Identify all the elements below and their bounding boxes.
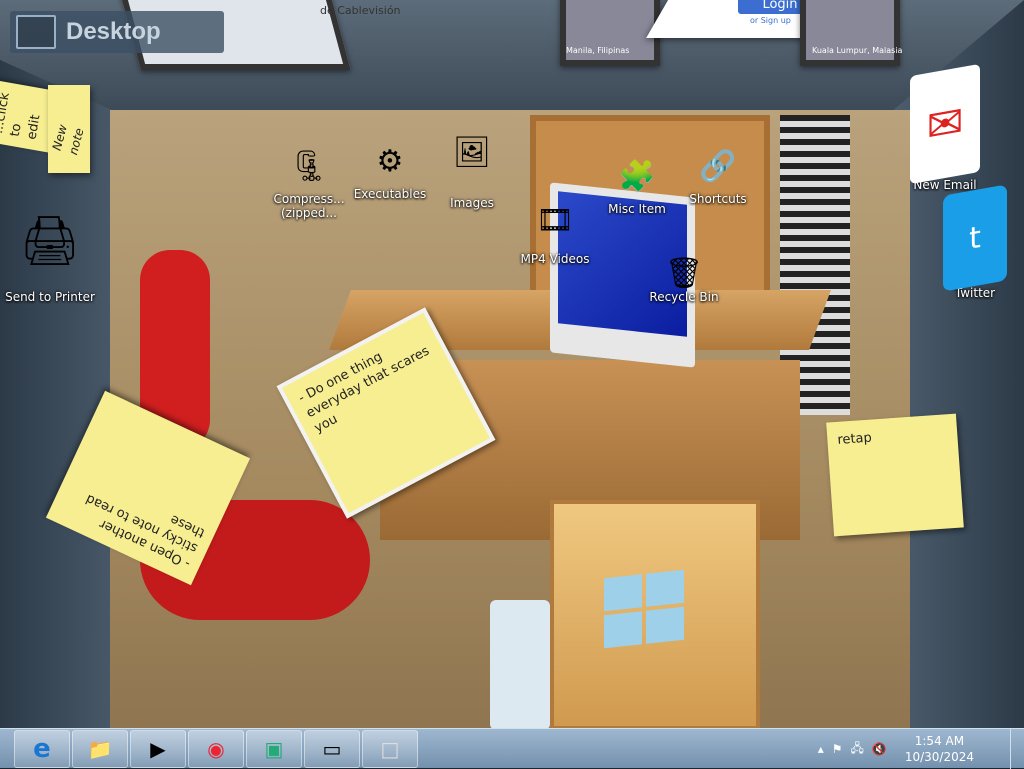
media-player-icon[interactable]: ▶ bbox=[130, 729, 186, 768]
zip-icon: 🗜 bbox=[289, 148, 329, 184]
shortcuts-icon: 🔗 bbox=[699, 148, 737, 184]
windows-logo bbox=[604, 569, 684, 649]
generic-window-icon[interactable]: □ bbox=[362, 729, 418, 768]
video-icon: 🎞 bbox=[535, 202, 575, 238]
display-settings-icon[interactable]: ▭ bbox=[304, 729, 360, 768]
sticky-note-text: retap bbox=[836, 430, 873, 448]
email-icon: ✉ bbox=[910, 63, 980, 185]
system-tray: ▴ ⚑ 🖧 🔇 1:54 AM 10/30/2024 bbox=[818, 729, 974, 769]
desktop-icon-compress[interactable]: 🗜 Compress... (zipped... bbox=[264, 140, 354, 221]
desktop-icon-new-email[interactable]: ✉ New Email bbox=[900, 63, 990, 192]
ie-icon[interactable]: e bbox=[14, 729, 70, 768]
clock-date: 10/30/2024 bbox=[904, 750, 974, 764]
desktop-icon-mp4[interactable]: 🎞 MP4 Videos bbox=[510, 188, 600, 267]
desktop-icon-recycle-bin[interactable]: 🗑 Recycle Bin bbox=[639, 255, 729, 305]
sticky-note-new[interactable]: New note bbox=[48, 85, 90, 173]
sticky-note-text: ...click to edit bbox=[0, 91, 44, 141]
ceiling-photo-1 bbox=[560, 0, 660, 66]
desktop-icon-executables[interactable]: ⚙ Executables bbox=[345, 135, 435, 202]
colorful-app-icon[interactable]: ◉ bbox=[188, 729, 244, 768]
show-desktop-button[interactable] bbox=[1010, 729, 1024, 769]
app-window-icon[interactable]: ▣ bbox=[246, 729, 302, 768]
signup-link[interactable]: or Sign up bbox=[750, 16, 791, 25]
images-icon: 🖼 bbox=[452, 134, 492, 170]
network-icon[interactable]: 🖧 bbox=[850, 739, 863, 760]
desktop-icon-misc[interactable]: 🧩 Misc Item bbox=[592, 150, 682, 217]
desktop-icon-twitter[interactable]: t Twitter bbox=[930, 184, 1020, 300]
sticky-note-text: New note bbox=[49, 123, 87, 157]
printer-icon: 🖨 bbox=[19, 212, 81, 269]
desktop-icon-send-to-printer[interactable]: 🖨 Send to Printer bbox=[5, 190, 95, 305]
icon-label: Recycle Bin bbox=[649, 290, 719, 304]
recycle-bin-icon: 🗑 bbox=[664, 255, 704, 291]
photo-caption-2: Kuala Lumpur, Malasia bbox=[812, 46, 903, 55]
photo-caption: Manila, Filipinas bbox=[566, 46, 630, 55]
twitter-icon: t bbox=[943, 184, 1007, 292]
icon-label: Misc Item bbox=[608, 202, 666, 216]
file-explorer-icon[interactable]: 📁 bbox=[72, 729, 128, 768]
executables-icon: ⚙ bbox=[376, 143, 404, 179]
icon-label: MP4 Videos bbox=[520, 252, 590, 266]
ceiling-text: de Cablevisión bbox=[320, 4, 401, 17]
chevron-up-icon[interactable]: ▴ bbox=[818, 742, 824, 756]
misc-icon: 🧩 bbox=[618, 158, 656, 194]
desktop-badge-label: Desktop bbox=[66, 18, 161, 45]
volume-muted-icon[interactable]: 🔇 bbox=[872, 742, 887, 756]
filing-cabinet bbox=[550, 500, 760, 730]
icon-label: Executables bbox=[353, 187, 427, 201]
waste-bin bbox=[490, 600, 550, 730]
clock-time: 1:54 AM bbox=[914, 734, 965, 748]
icon-label: Images bbox=[450, 196, 494, 210]
desktop-badge-icon bbox=[16, 15, 56, 49]
desktop-badge[interactable]: Desktop bbox=[10, 11, 224, 53]
flag-icon[interactable]: ⚑ bbox=[832, 742, 843, 756]
taskbar: e 📁 ▶ ◉ ▣ ▭ □ ▴ ⚑ 🖧 🔇 1:54 AM 10/30/2024 bbox=[0, 728, 1024, 769]
clock[interactable]: 1:54 AM 10/30/2024 bbox=[905, 733, 974, 765]
desktop-icon-images[interactable]: 🖼 Images bbox=[427, 108, 517, 211]
icon-label: Shortcuts bbox=[689, 192, 747, 206]
sticky-note-retap[interactable]: retap bbox=[826, 413, 964, 537]
ceiling-photo-2 bbox=[800, 0, 900, 66]
icon-label: Compress... (zipped... bbox=[273, 192, 345, 220]
desktop-icon-shortcuts[interactable]: 🔗 Shortcuts bbox=[673, 140, 763, 207]
icon-label: Send to Printer bbox=[5, 290, 95, 304]
